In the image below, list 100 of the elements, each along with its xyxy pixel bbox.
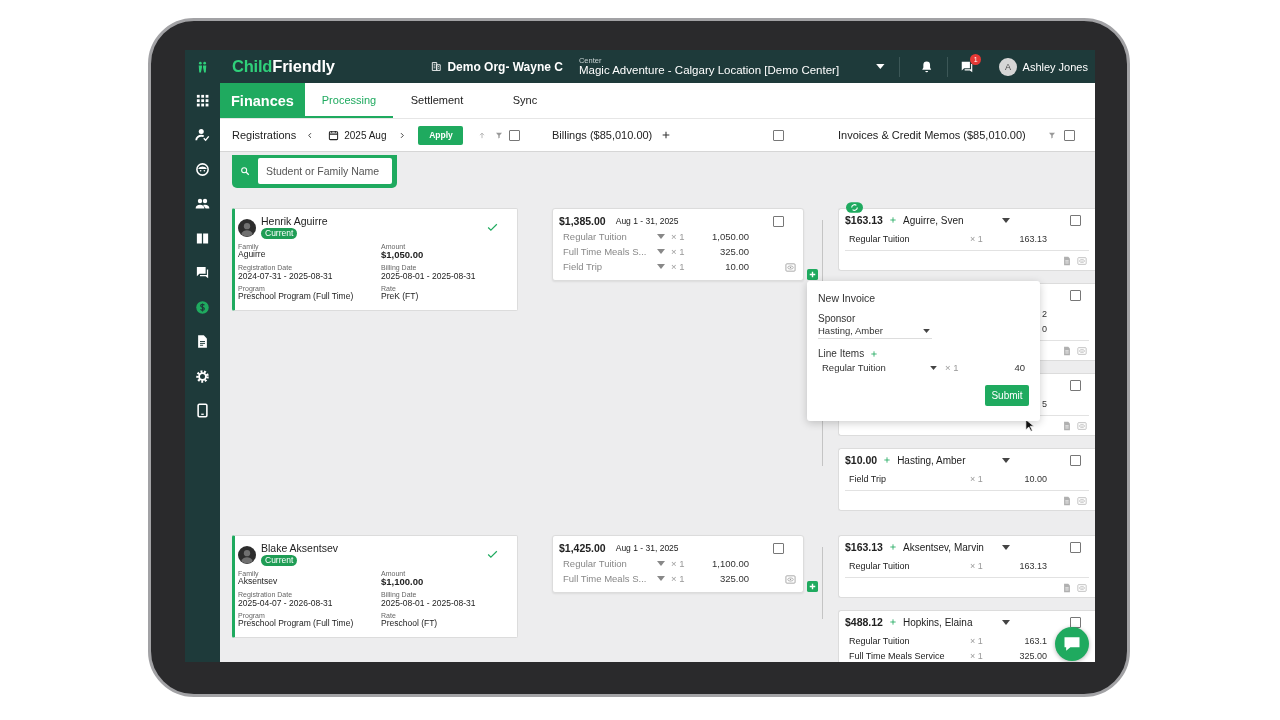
filter-icon[interactable] [495,130,504,140]
dollar-icon [195,299,210,315]
line-amount: 1,100.00 [711,558,749,569]
line-item[interactable]: Regular Tuition [822,362,930,373]
line-item: Field Trip [849,473,887,484]
avatar[interactable]: A [999,57,1017,76]
caret-icon[interactable] [1002,217,1010,223]
section-title: Registrations [232,129,297,141]
quantity: × 1 [671,261,686,272]
field-value: PreK (FT) [381,291,420,301]
invoice-total: $10.00 [845,454,878,466]
checkbox[interactable] [773,542,784,554]
sponsor-select[interactable]: Hasting, Amber [818,324,932,339]
period-label[interactable]: 2025 Aug [344,129,387,141]
people-icon [195,196,210,212]
sponsor-select[interactable]: Hopkins, Elaina [902,616,1002,628]
field-value: Preschool (FT) [381,618,439,628]
line-amount: 5 [1041,398,1047,409]
checkbox[interactable] [1070,454,1081,466]
chevron-right-icon[interactable] [398,130,407,140]
checkbox[interactable] [773,215,784,227]
caret-icon[interactable] [1002,544,1010,550]
center-selector[interactable]: Magic Adventure - Calgary Location [Demo Center] [578,64,867,77]
caret-icon[interactable] [1002,457,1010,463]
document-icon [195,334,210,350]
field-value: 2025-08-01 - 2025-08-31 [381,598,477,608]
quantity: × 1 [945,362,959,373]
caret-icon[interactable] [930,365,937,370]
avatar-icon [238,219,256,237]
filter-icon[interactable] [1048,130,1056,140]
field-value: 2025-04-07 - 2026-08-31 [238,598,334,608]
quantity: × 1 [970,635,984,646]
student-name[interactable]: Blake Aksentsev [261,542,339,554]
line-item: Regular Tuition [849,635,911,646]
bell-icon[interactable] [919,59,934,74]
checkbox[interactable] [1070,379,1081,391]
building-icon [430,61,442,72]
status-badge: Current [261,228,298,239]
field-value: $1,050.00 [381,250,425,261]
line-item: Field Trip [563,261,604,272]
line-item: Full Time Meals S... [563,573,648,584]
tablet-icon [195,403,210,419]
checkbox[interactable] [1070,289,1081,301]
billing-total: $1,385.00 [559,215,606,227]
sponsor-select[interactable]: Aguirre, Sven [902,214,1002,226]
sponsor-select[interactable]: Aksentsev, Marvin [902,541,1002,553]
billing-period: Aug 1 - 31, 2025 [615,543,679,553]
line-amount: 163.1 [1023,635,1047,646]
invoice-total: $163.13 [845,541,883,553]
line-amount: 163.13 [1018,560,1047,571]
line-item: Regular Tuition [563,558,628,569]
field-value: 2024-07-31 - 2025-08-31 [238,271,334,281]
quantity: × 1 [970,650,984,661]
section-title: Invoices & Credit Memos ($85,010.00) [838,129,1026,141]
user-name[interactable]: Ashley Jones [1022,60,1088,73]
line-item: Regular Tuition [849,233,911,244]
invoice-total: $163.13 [845,214,883,226]
amount-field[interactable]: 40 [1014,362,1025,373]
calendar-icon [328,129,340,141]
line-amount: 325.00 [718,246,749,257]
caret-icon[interactable] [1002,619,1010,625]
line-item: Full Time Meals S... [563,246,648,257]
line-amount: 325.00 [1018,650,1047,661]
add-button[interactable] [807,581,818,592]
popup-title: New Invoice [818,292,877,304]
status-badge: Current [261,555,298,566]
person-check-icon [195,127,210,143]
billing-total: $1,425.00 [559,542,606,554]
logo: ChildFriendly [232,57,335,76]
chat-icon [195,265,210,281]
line-item: Full Time Meals Service [849,650,946,661]
grid-icon [195,92,210,108]
checkbox[interactable] [1070,616,1081,628]
checkbox[interactable] [509,129,521,141]
line-amount: 325.00 [718,573,749,584]
section-title: Billings ($85,010.00) [552,129,653,141]
checkbox[interactable] [1070,214,1081,226]
tab[interactable]: Settlement [393,83,481,118]
field-label: Line Items [818,348,865,359]
face-icon [195,161,210,177]
sponsor-select[interactable]: Hasting, Amber [897,454,1002,466]
checkbox[interactable] [1064,129,1075,141]
field-value: $1,100.00 [381,577,425,588]
checkbox[interactable] [773,129,784,141]
checkbox[interactable] [1070,541,1081,553]
chat-icon [960,59,975,74]
plus-icon[interactable] [661,130,672,140]
search-field[interactable]: Student or Family Name [258,158,392,184]
line-amount: 163.13 [1018,233,1047,244]
line-amount: 2 [1041,308,1047,319]
quantity: × 1 [671,558,686,569]
student-name[interactable]: Henrik Aguirre [261,215,328,227]
caret-icon[interactable] [876,64,885,69]
quantity: × 1 [671,246,686,257]
organization-name[interactable]: Demo Org- Wayne C [447,59,563,74]
tab[interactable]: Sync [481,83,569,118]
quantity: × 1 [671,231,686,242]
invoice-total: $488.12 [845,616,883,628]
add-button[interactable] [807,269,818,280]
billing-period: Aug 1 - 31, 2025 [615,216,679,226]
